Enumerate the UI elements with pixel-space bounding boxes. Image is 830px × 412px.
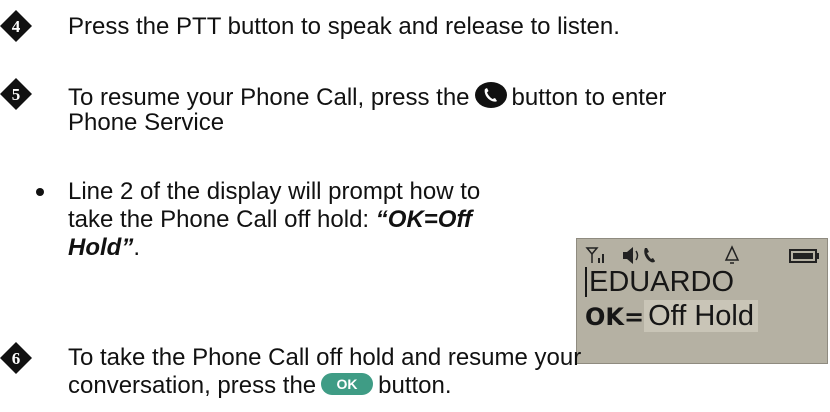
step-4-badge: 4 <box>0 10 32 42</box>
step-5-line2: Phone Service <box>68 109 224 137</box>
svg-text:6: 6 <box>12 349 21 368</box>
step-5-badge: 5 <box>0 78 32 110</box>
bullet-line-1: Line 2 of the display will prompt how to <box>68 178 481 205</box>
step-6-text-before: conversation, press the <box>68 372 317 399</box>
step-6-badge: 6 <box>0 342 32 374</box>
bullet-text: Line 2 of the display will prompt how to… <box>68 178 568 262</box>
diamond-number-icon: 5 <box>0 78 32 110</box>
bullet-line-3: Hold”. <box>68 234 568 262</box>
lcd-off-hold: Off Hold <box>644 300 758 332</box>
bullet-dot <box>36 188 44 196</box>
step-6-line-2: conversation, press the OK button. <box>68 372 828 403</box>
step-6-text-after: button. <box>378 372 452 399</box>
svg-text:4: 4 <box>12 17 21 36</box>
lcd-caller-name: EDUARDO <box>589 266 735 298</box>
bullet-period: . <box>133 234 140 261</box>
speaker-icon <box>623 247 639 264</box>
step-5-text-after: button to enter <box>511 84 667 111</box>
ok-button-label: OK <box>337 376 358 392</box>
bullet-line-2-text: take the Phone Call off hold: <box>68 206 376 233</box>
phone-button-icon <box>474 81 508 116</box>
diamond-number-icon: 6 <box>0 342 32 374</box>
step-4-text: Press the PTT button to speak and releas… <box>68 13 620 41</box>
diamond-number-icon: 4 <box>0 10 32 42</box>
signal-icon <box>585 247 604 263</box>
bullet-prompt-emph-1: “OK=Off <box>375 206 473 233</box>
step-4-label: Press the PTT button to speak and releas… <box>68 13 620 40</box>
battery-icon <box>789 249 819 263</box>
lcd-status-bar <box>585 245 819 264</box>
ok-button-icon: OK <box>320 372 374 403</box>
svg-text:5: 5 <box>12 85 21 104</box>
bullet-prompt-emph-2: Hold” <box>68 234 134 261</box>
bullet-line-2: take the Phone Call off hold: “OK=Off <box>68 206 568 234</box>
bell-icon <box>724 245 740 264</box>
lcd-line-2: OK= Off Hold <box>585 300 758 332</box>
step-6-line-1: To take the Phone Call off hold and resu… <box>68 344 582 371</box>
phone-status-icon <box>644 248 655 263</box>
lcd-ok-prefix: OK= <box>585 303 645 331</box>
lcd-line-1: EDUARDO <box>585 267 734 297</box>
step-6-text: To take the Phone Call off hold and resu… <box>68 344 828 403</box>
step-5-text-line2: Phone Service <box>68 109 225 136</box>
step-5-text-before: To resume your Phone Call, press the <box>68 84 470 111</box>
